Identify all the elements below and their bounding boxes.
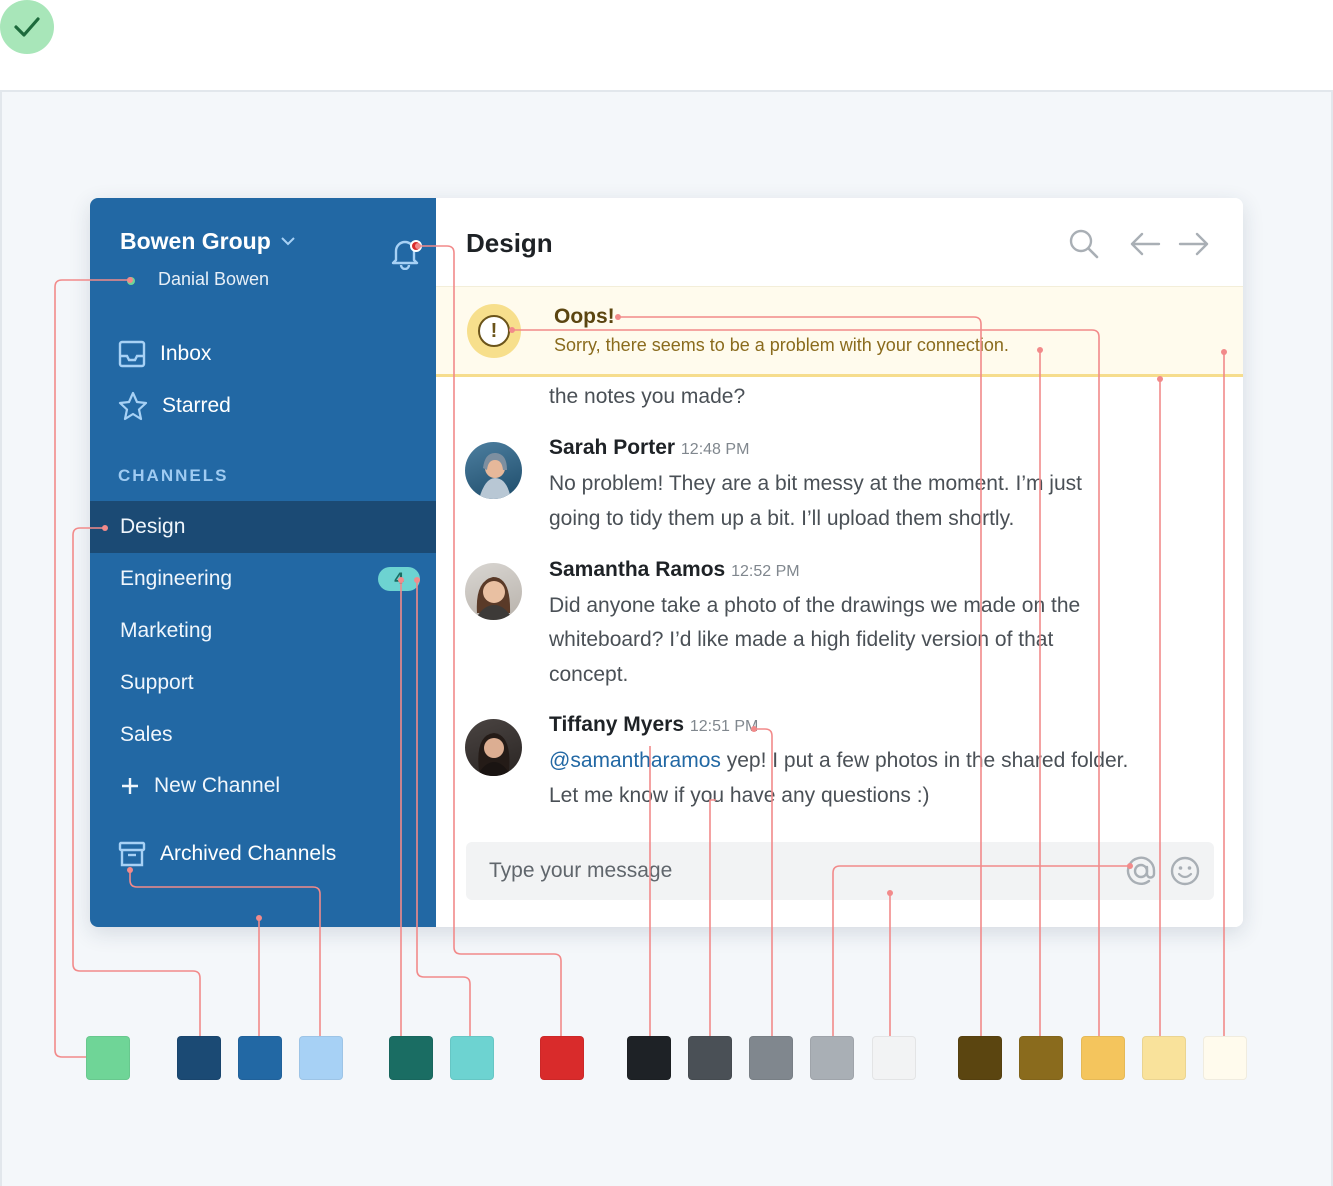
- message-line: @samantharamos yep! I put a few photos i…: [549, 743, 1128, 778]
- user-name: Danial Bowen: [158, 269, 270, 289]
- color-swatch: [540, 1036, 584, 1080]
- previous-message-tail: the notes you made?: [549, 385, 746, 408]
- channel-title: Design: [466, 228, 553, 258]
- channel-support[interactable]: Support: [90, 657, 436, 709]
- alert-title: Oops!: [554, 305, 615, 328]
- connection-alert: ! Oops! Sorry, there seems to be a probl…: [436, 286, 1243, 377]
- color-swatch: [177, 1036, 221, 1080]
- color-swatch: [1019, 1036, 1063, 1080]
- new-channel-button[interactable]: New Channel: [120, 774, 280, 798]
- chat-app-window: Bowen Group Danial Bowen Inbox Starred C…: [90, 198, 1243, 927]
- author-name: Tiffany Myers: [549, 713, 684, 736]
- emoji-icon[interactable]: [1169, 855, 1201, 887]
- color-swatch: [450, 1036, 494, 1080]
- arrow-right-icon[interactable]: [1177, 228, 1211, 260]
- color-swatch: [238, 1036, 282, 1080]
- avatar[interactable]: [465, 719, 522, 776]
- message-line: whiteboard? I’d like made a high fidelit…: [549, 628, 1054, 651]
- message-line: No problem! They are a bit messy at the …: [549, 472, 1082, 495]
- avatar[interactable]: [465, 563, 522, 620]
- color-swatch: [749, 1036, 793, 1080]
- inbox-icon: [118, 340, 146, 368]
- channel-marketing[interactable]: Marketing: [90, 605, 436, 657]
- nav-starred-label: Starred: [162, 394, 231, 417]
- color-swatch: [1081, 1036, 1125, 1080]
- color-swatch: [86, 1036, 130, 1080]
- color-swatch: [1203, 1036, 1247, 1080]
- chevron-down-icon: [281, 237, 295, 246]
- color-swatch: [627, 1036, 671, 1080]
- message-time: 12:52 PM: [731, 563, 800, 580]
- archived-channels-link[interactable]: Archived Channels: [118, 841, 336, 867]
- channel-engineering[interactable]: Engineering 4: [90, 553, 436, 605]
- color-swatch: [810, 1036, 854, 1080]
- channels-heading: CHANNELS: [118, 466, 229, 485]
- message-time: 12:51 PM: [689, 718, 759, 735]
- message-line: going to tidy them up a bit. I’ll upload…: [549, 507, 1015, 530]
- author-name: Sarah Porter: [549, 436, 676, 459]
- plus-icon: [122, 778, 138, 794]
- nav-inbox-label: Inbox: [160, 342, 212, 365]
- sidebar: Bowen Group Danial Bowen Inbox Starred C…: [90, 198, 436, 927]
- channel-label: Design: [120, 515, 186, 538]
- warning-icon: !: [467, 304, 521, 358]
- message-line: Let me know if you have any questions :): [549, 784, 930, 807]
- message-author: Samantha Ramos 12:52 PM: [549, 558, 800, 582]
- avatar[interactable]: [465, 442, 522, 499]
- user-mention[interactable]: @samantharamos: [549, 749, 721, 772]
- workspace-name: Bowen Group: [120, 228, 271, 254]
- online-status-dot: [127, 277, 135, 285]
- color-swatch: [958, 1036, 1002, 1080]
- channel-label: Sales: [120, 723, 173, 746]
- check-icon: [14, 17, 40, 37]
- archived-channels-label: Archived Channels: [160, 842, 337, 865]
- message-line: Did anyone take a photo of the drawings …: [549, 594, 1081, 617]
- conversation-pane: Design ! Oops! Sorry, there seems to be …: [436, 198, 1243, 927]
- channel-design[interactable]: Design: [90, 501, 436, 553]
- author-name: Samantha Ramos: [549, 558, 726, 581]
- color-swatch: [389, 1036, 433, 1080]
- message-time: 12:48 PM: [680, 441, 750, 458]
- channel-label: Marketing: [120, 619, 213, 642]
- message-author: Sarah Porter 12:48 PM: [549, 436, 749, 460]
- color-swatch: [872, 1036, 916, 1080]
- star-icon: [118, 391, 148, 421]
- notification-dot: [410, 240, 422, 252]
- color-swatch: [299, 1036, 343, 1080]
- nav-inbox[interactable]: Inbox: [118, 340, 211, 368]
- message-author: Tiffany Myers 12:51 PM: [549, 713, 758, 737]
- nav-starred[interactable]: Starred: [118, 391, 231, 421]
- channel-label: Support: [120, 671, 194, 694]
- color-swatch: [688, 1036, 732, 1080]
- workspace-switcher[interactable]: Bowen Group: [120, 228, 295, 255]
- new-channel-label: New Channel: [154, 774, 281, 797]
- arrow-left-icon[interactable]: [1128, 228, 1162, 260]
- unread-badge: 4: [378, 567, 420, 591]
- alert-message: Sorry, there seems to be a problem with …: [554, 335, 1009, 355]
- search-icon[interactable]: [1068, 228, 1100, 260]
- message-line: concept.: [549, 663, 629, 686]
- message-composer[interactable]: Type your message: [466, 842, 1214, 900]
- archive-icon: [118, 841, 146, 867]
- channel-sales[interactable]: Sales: [90, 709, 436, 761]
- at-mention-icon[interactable]: [1125, 855, 1157, 887]
- color-swatch: [1142, 1036, 1186, 1080]
- message-line-rest: yep! I put a few photos in the shared fo…: [720, 749, 1129, 772]
- channel-label: Engineering: [120, 567, 233, 590]
- check-badge: [0, 0, 54, 54]
- message-input-placeholder: Type your message: [489, 859, 673, 882]
